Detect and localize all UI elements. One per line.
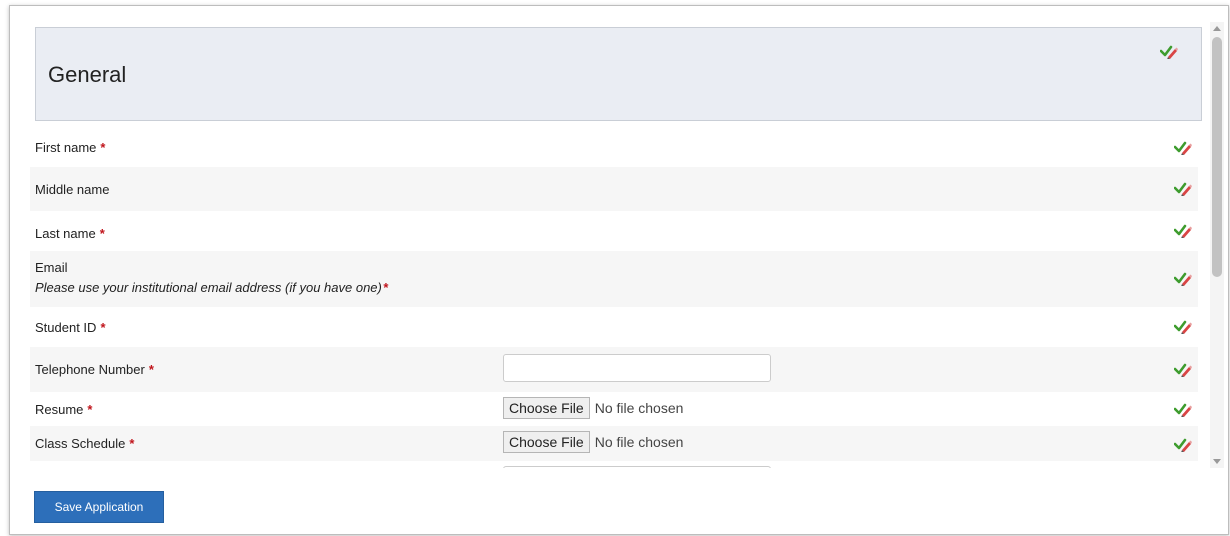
edit-pencil-icon[interactable] [1174,363,1192,377]
form-panel: General First name * Middle name Last nam… [9,5,1229,535]
resume-file-status: No file chosen [594,400,684,416]
field-row-next-partial [30,461,1198,468]
scroll-down-arrow-icon[interactable] [1213,459,1221,464]
save-application-button[interactable]: Save Application [34,491,164,523]
field-row-telephone: Telephone Number * [30,347,1198,392]
field-row-first-name: First name * [30,129,1198,167]
form-footer: Save Application [10,468,1228,534]
class-schedule-choose-file-button[interactable]: Choose File [503,431,590,453]
edit-pencil-icon[interactable] [1174,272,1192,286]
edit-pencil-icon[interactable] [1174,182,1192,196]
edit-pencil-icon[interactable] [1160,45,1178,59]
email-label: Email [35,260,68,275]
field-row-middle-name: Middle name [30,167,1198,211]
form-scroll-area[interactable]: General First name * Middle name Last nam… [10,6,1210,468]
resume-choose-file-button[interactable]: Choose File [503,397,590,419]
required-marker: * [129,436,135,451]
required-marker: * [100,320,106,335]
section-title: General [48,62,127,87]
required-marker: * [99,226,105,241]
field-row-email: Email Please use your institutional emai… [30,251,1198,307]
edit-pencil-icon[interactable] [1174,320,1192,334]
scroll-up-arrow-icon[interactable] [1213,26,1221,31]
email-help-text: Please use your institutional email addr… [35,280,388,295]
required-marker: * [87,402,93,417]
last-name-label: Last name * [35,226,105,241]
edit-pencil-icon[interactable] [1174,403,1192,417]
telephone-input[interactable] [503,354,771,382]
section-header: General [35,27,1202,121]
class-schedule-file-input[interactable]: Choose File No file chosen [503,431,683,453]
required-marker: * [100,140,106,155]
edit-pencil-icon[interactable] [1174,438,1192,452]
student-id-label: Student ID * [35,320,106,335]
resume-file-input[interactable]: Choose File No file chosen [503,397,683,419]
required-marker: * [382,280,388,295]
middle-name-label: Middle name [35,182,110,197]
first-name-label: First name * [35,140,106,155]
class-schedule-label: Class Schedule * [35,436,135,451]
edit-pencil-icon[interactable] [1174,141,1192,155]
field-row-resume: Resume * Choose File No file chosen [30,392,1198,426]
required-marker: * [148,362,154,377]
scrollbar-thumb[interactable] [1212,37,1222,277]
vertical-scrollbar[interactable] [1210,22,1224,468]
field-row-student-id: Student ID * [30,307,1198,347]
field-row-last-name: Last name * [30,211,1198,251]
class-schedule-file-status: No file chosen [594,434,684,450]
resume-label: Resume * [35,402,93,417]
field-row-class-schedule: Class Schedule * Choose File No file chos… [30,426,1198,461]
telephone-label: Telephone Number * [35,362,154,377]
edit-pencil-icon[interactable] [1174,224,1192,238]
